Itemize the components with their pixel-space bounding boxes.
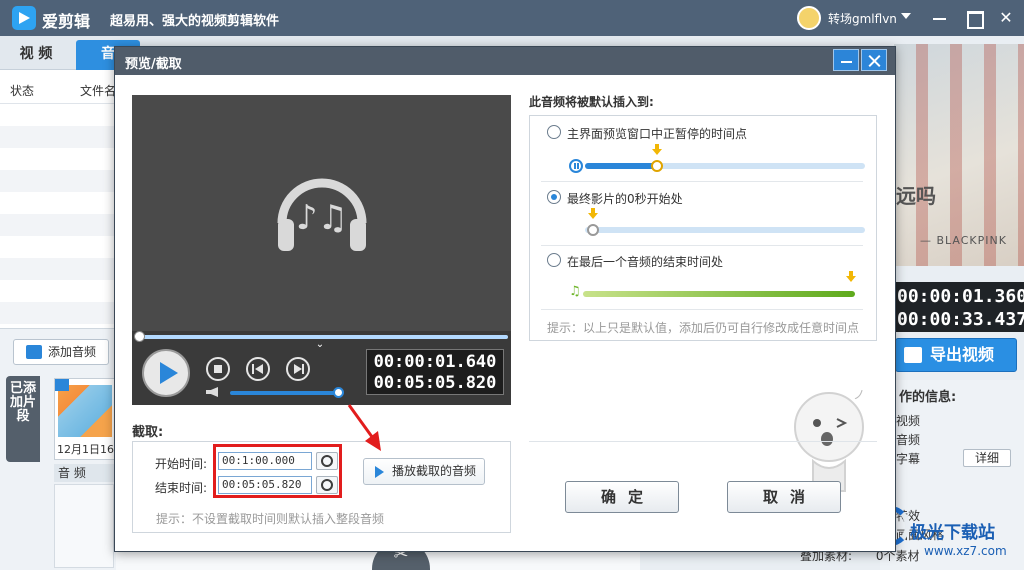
audio-timeline-track <box>583 291 855 297</box>
player-time-display: 00:00:01.640 00:05:05.820 <box>366 349 504 395</box>
user-name[interactable]: 转场gmlflvn <box>828 10 897 27</box>
clip-badge-icon <box>55 379 69 391</box>
mascot-illustration: ノ <box>794 388 865 492</box>
export-label: 导出视频 <box>930 345 995 364</box>
column-filename[interactable]: 文件名 <box>80 82 116 99</box>
volume-slider[interactable] <box>230 391 338 395</box>
app-slogan: 超易用、强大的视频剪辑软件 <box>110 14 280 29</box>
seek-handle[interactable] <box>134 331 145 342</box>
minimize-button[interactable] <box>928 6 952 30</box>
info-item-subtitle: 字幕 <box>896 452 921 466</box>
insert-hint: 提示：以上只是默认值，添加后仍可自行修改成任意时间点 <box>547 321 860 335</box>
audio-track-label: 音 频 <box>54 464 114 482</box>
user-avatar[interactable] <box>797 6 821 30</box>
insert-marker-icon <box>652 144 662 156</box>
collapse-chevron-icon[interactable]: ⌄ <box>296 340 344 351</box>
stop-button[interactable] <box>206 357 230 381</box>
audio-track[interactable] <box>54 484 114 568</box>
divider <box>541 245 863 246</box>
player-time-current: 00:00:01.640 <box>373 352 497 372</box>
watermark-url: www.xz7.com <box>924 544 1007 558</box>
annotation-arrow-icon <box>347 404 381 451</box>
volume-icon[interactable] <box>206 387 218 397</box>
watermark-title: 极光下载站 <box>910 523 995 543</box>
start-time-label: 开始时间: <box>155 457 208 471</box>
app-name: 爱剪辑 <box>42 12 91 31</box>
cancel-button[interactable]: 取消 <box>727 481 841 513</box>
app-title-bar: 爱剪辑 超易用、强大的视频剪辑软件 转场gmlflvn ✕ <box>0 0 1024 36</box>
radio-film-start[interactable] <box>547 190 561 204</box>
volume-handle[interactable] <box>333 387 344 398</box>
svg-text:♪♫: ♪♫ <box>296 198 348 238</box>
insert-marker-icon <box>588 208 598 220</box>
seek-track[interactable] <box>140 335 508 339</box>
end-time-label: 结束时间: <box>155 481 208 495</box>
next-button[interactable] <box>286 357 310 381</box>
option-film-start[interactable]: 最终影片的0秒开始处 <box>567 190 683 207</box>
preview-caption: 远吗 <box>896 184 936 208</box>
added-clips-tab[interactable]: 已添加片段 <box>6 376 40 462</box>
video-preview <box>894 44 1024 266</box>
insert-marker-icon <box>846 271 856 283</box>
player-controls: 00:00:01.640 00:05:05.820 <box>132 343 511 405</box>
pause-icon <box>569 159 583 173</box>
app-logo-icon <box>12 6 36 30</box>
dialog-title: 预览/截取 <box>125 57 182 72</box>
player-screen: ♪♫ <box>132 95 511 331</box>
preview-artist: — BLACKPINK <box>920 234 1007 247</box>
clip-thumbnail <box>58 385 112 437</box>
audio-list[interactable] <box>0 104 116 328</box>
radio-after-last-audio[interactable] <box>547 253 561 267</box>
audio-player: ♪♫ 00:00:01.640 00:05:05.820 ⌄ <box>132 95 511 405</box>
confirm-button[interactable]: 确定 <box>565 481 679 513</box>
divider <box>529 441 877 442</box>
preview-time-display: 00:00:01.360 00:00:33.437 <box>893 282 1024 332</box>
insert-position-title: 此音频将被默认插入到: <box>529 95 654 109</box>
preview-crop-dialog: 预览/截取 ♪♫ 00:00:01.640 00:05:05.820 ⌄ 截取:… <box>114 46 896 552</box>
option-paused-time-point[interactable]: 主界面预览窗口中正暂停的时间点 <box>567 125 747 142</box>
preview-time-total: 00:00:33.437 <box>897 309 1024 330</box>
music-note-icon <box>569 284 581 299</box>
audio-list-header: 状态 文件名 <box>0 70 116 104</box>
timeline-knob <box>587 224 599 236</box>
close-button[interactable]: ✕ <box>994 6 1018 30</box>
player-time-total: 00:05:05.820 <box>373 373 497 393</box>
export-icon <box>904 347 922 363</box>
previous-button[interactable] <box>246 357 270 381</box>
chevron-down-icon[interactable] <box>901 13 911 19</box>
maximize-button[interactable] <box>962 6 986 30</box>
headphone-music-icon: ♪♫ <box>277 178 367 251</box>
dialog-title-bar: 预览/截取 <box>115 47 895 75</box>
timeline-fill <box>585 163 655 169</box>
clip-date: 12月1日16 <box>57 443 114 456</box>
crop-section-label: 截取: <box>132 425 164 440</box>
option-after-last-audio[interactable]: 在最后一个音频的结束时间处 <box>567 253 723 270</box>
detail-button[interactable]: 详细 <box>963 449 1011 467</box>
info-title: 作的信息: <box>899 390 957 405</box>
info-item-audio: 音频 <box>896 433 921 447</box>
preview-time-current: 00:00:01.360 <box>897 286 1024 307</box>
add-audio-label: 添加音频 <box>48 345 97 359</box>
info-item-video: 视频 <box>896 414 921 428</box>
svg-text:ノ: ノ <box>853 388 865 402</box>
play-button[interactable] <box>142 349 190 397</box>
divider <box>541 309 863 310</box>
radio-paused-time-point[interactable] <box>547 125 561 139</box>
clip-card[interactable]: 12月1日16 <box>54 378 116 460</box>
add-music-icon <box>26 345 42 359</box>
timeline-knob <box>651 160 663 172</box>
crop-hint: 提示：不设置截取时间则默认插入整段音频 <box>156 512 385 526</box>
divider <box>541 181 863 182</box>
column-status[interactable]: 状态 <box>10 82 34 99</box>
tab-video[interactable]: 视 频 <box>4 40 68 70</box>
export-video-button[interactable]: 导出视频 <box>895 338 1017 372</box>
add-audio-button[interactable]: 添加音频 <box>13 339 109 365</box>
play-cropped-audio-button[interactable]: 播放截取的音频 <box>363 458 485 485</box>
annotation-highlight-box <box>213 444 342 498</box>
dialog-minimize-button[interactable] <box>833 49 859 71</box>
preview-frame <box>894 44 1024 266</box>
dialog-close-button[interactable] <box>861 49 887 71</box>
timeline-track <box>585 227 865 233</box>
